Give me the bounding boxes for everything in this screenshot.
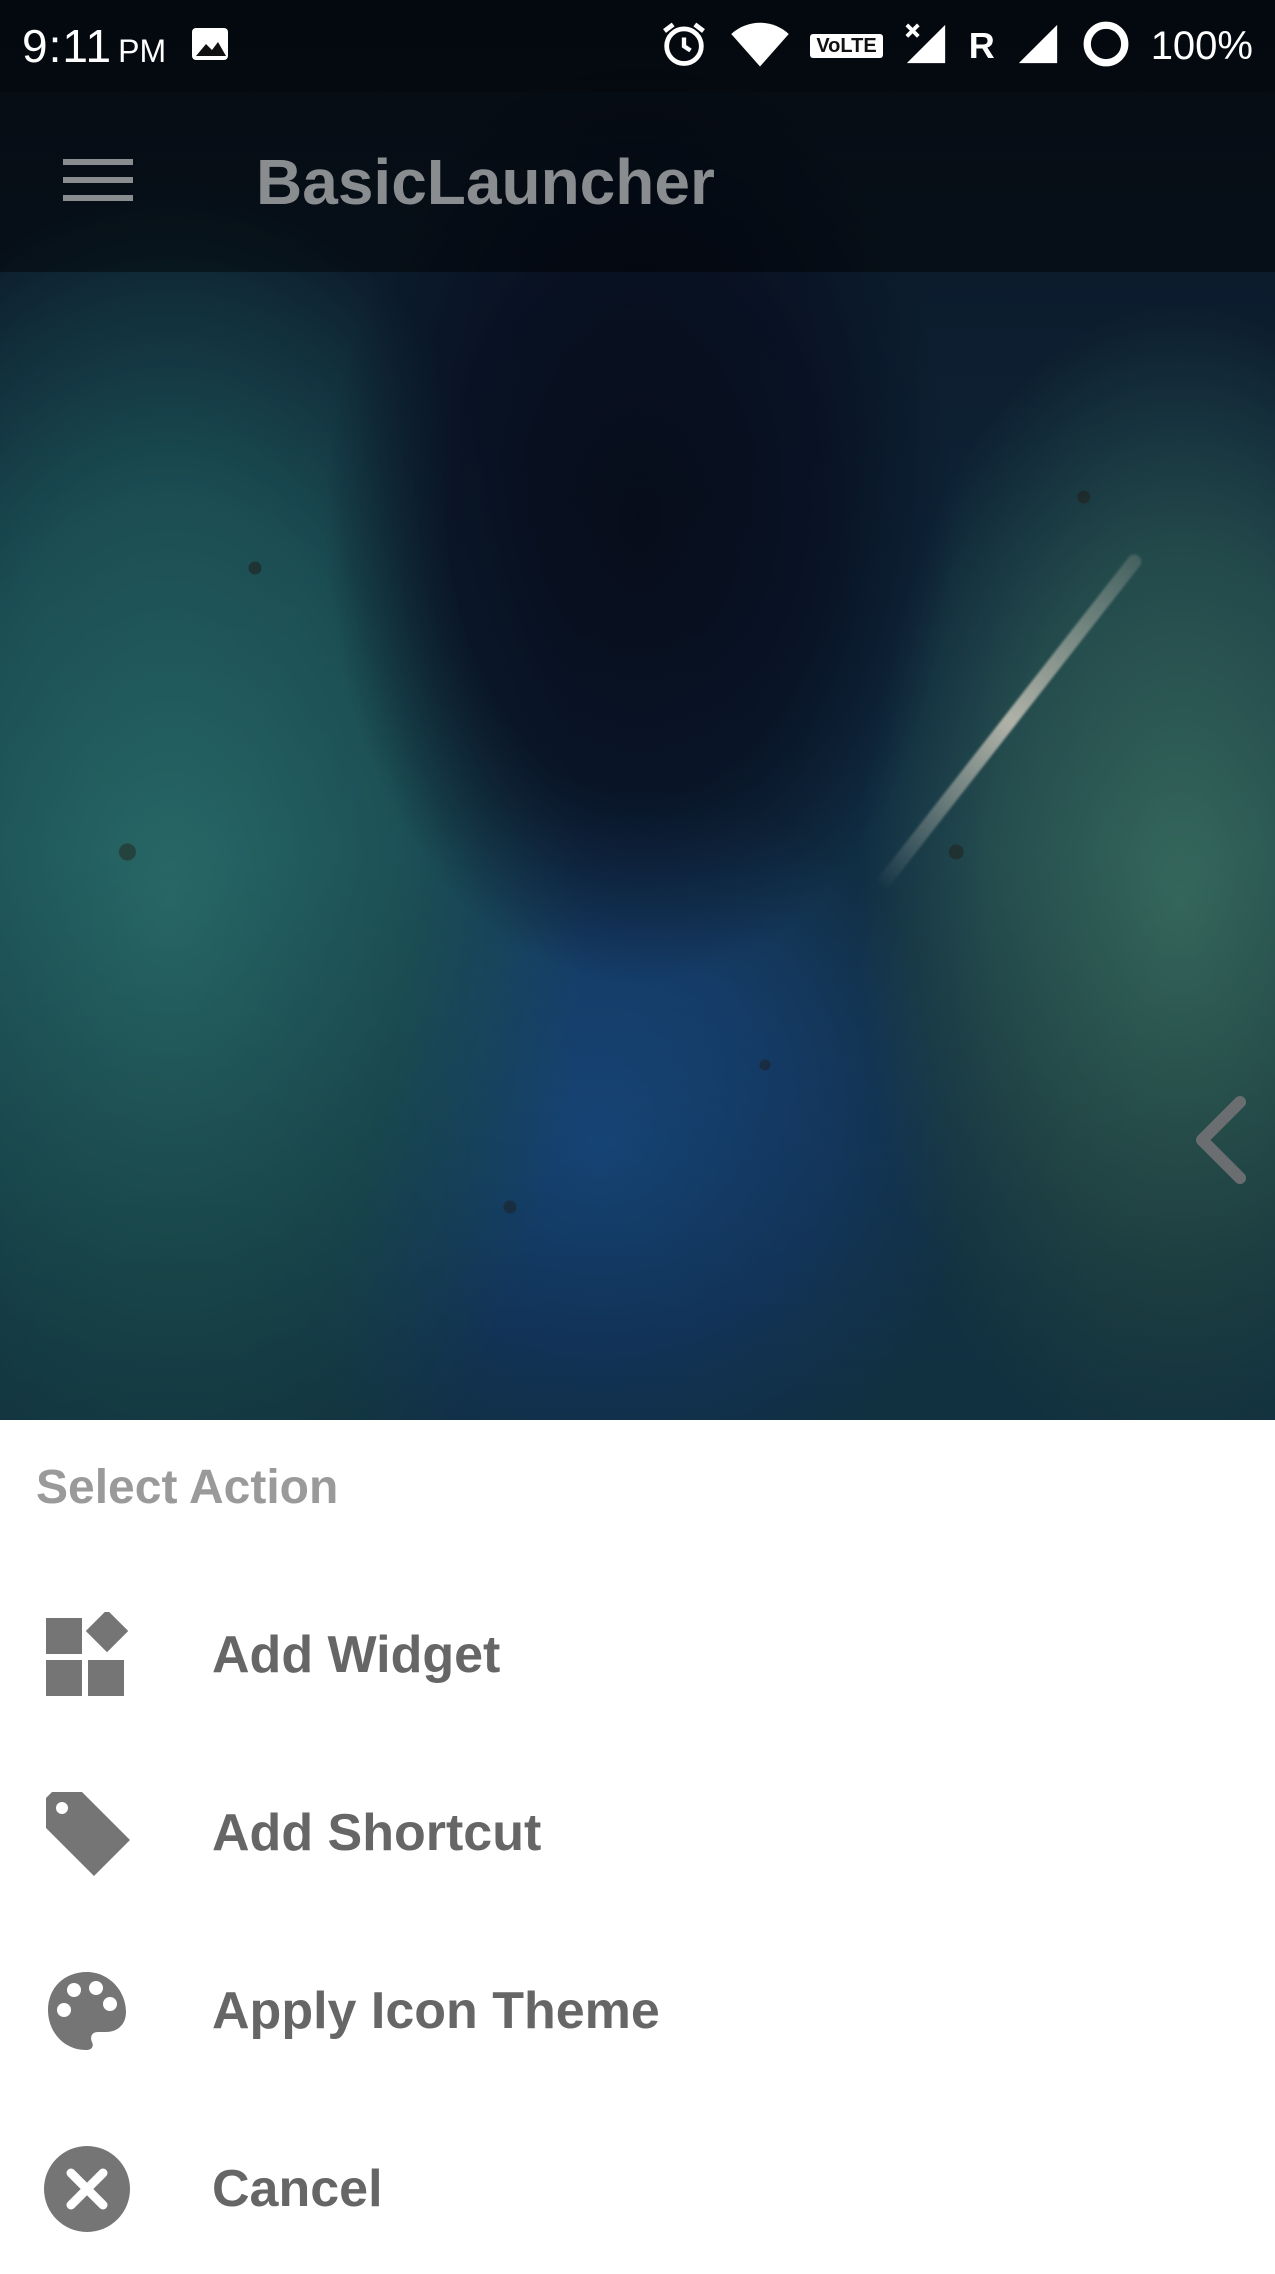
app-title: BasicLauncher xyxy=(256,146,715,218)
status-bar: 9:11 PM VoLTE R 100% xyxy=(0,0,1275,92)
cancel-item[interactable]: Cancel xyxy=(0,2104,1275,2274)
battery-percent: 100% xyxy=(1150,23,1253,68)
status-ampm: PM xyxy=(118,33,167,69)
status-clock: 9:11 PM xyxy=(22,19,166,73)
image-icon xyxy=(186,20,234,73)
roaming-indicator: R xyxy=(968,25,995,66)
app-bar: BasicLauncher xyxy=(0,92,1275,272)
apply-icon-theme-label: Apply Icon Theme xyxy=(212,1982,660,2040)
signal-icon xyxy=(903,21,949,72)
tag-icon xyxy=(42,1788,132,1878)
hamburger-menu-button[interactable] xyxy=(38,122,158,242)
add-widget-label: Add Widget xyxy=(212,1626,501,1684)
add-shortcut-item[interactable]: Add Shortcut xyxy=(0,1748,1275,1918)
alarm-icon xyxy=(658,18,710,75)
add-widget-item[interactable]: Add Widget xyxy=(0,1570,1275,1740)
volte-icon: VoLTE xyxy=(810,34,883,58)
hamburger-menu-icon xyxy=(63,155,133,210)
status-time: 9:11 xyxy=(22,20,113,72)
chevron-left-icon[interactable] xyxy=(1188,1090,1252,1190)
roaming-signal-icon xyxy=(1015,21,1061,72)
select-action-sheet: Select Action Add Widget Add Shortcut Ap… xyxy=(0,1420,1275,2274)
widgets-icon xyxy=(42,1610,132,1700)
wifi-icon xyxy=(730,18,790,75)
palette-icon xyxy=(42,1966,132,2056)
cancel-icon xyxy=(42,2144,132,2234)
apply-icon-theme-item[interactable]: Apply Icon Theme xyxy=(0,1926,1275,2096)
cancel-label: Cancel xyxy=(212,2160,383,2218)
sheet-title: Select Action xyxy=(36,1461,339,1514)
battery-ring-icon xyxy=(1081,19,1131,74)
status-right: VoLTE R 100% xyxy=(658,18,1253,75)
status-left: 9:11 PM xyxy=(22,19,234,73)
add-shortcut-label: Add Shortcut xyxy=(212,1804,542,1862)
